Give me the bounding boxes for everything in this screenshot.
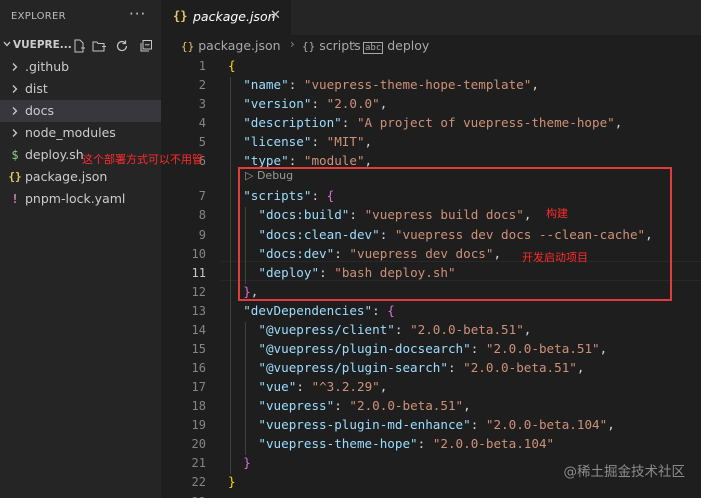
more-actions-icon[interactable]: ··· xyxy=(129,5,146,23)
workspace-section-header[interactable]: VUEPRE... xyxy=(0,36,161,56)
file-item-node-modules[interactable]: node_modules xyxy=(0,122,161,144)
line-number: 22 xyxy=(191,475,206,489)
code-line: "name": "vuepress-theme-hope-template", xyxy=(243,77,539,92)
file-item-label: package.json xyxy=(25,169,108,184)
code-line: } xyxy=(243,455,251,470)
file-item-docs[interactable]: docs xyxy=(0,100,161,122)
breadcrumb-file[interactable]: {} package.json xyxy=(181,38,281,53)
chevron-right-icon xyxy=(12,63,18,71)
refresh-icon[interactable] xyxy=(114,38,130,54)
editor-tab-bar: {} package.json ✕ xyxy=(161,0,701,35)
line-number: 14 xyxy=(191,323,206,337)
watermark: @稀土掘金技术社区 xyxy=(563,464,686,480)
line-number: 4 xyxy=(198,116,206,130)
chevron-down-icon xyxy=(3,41,11,47)
explorer-title: EXPLORER xyxy=(11,11,66,22)
line-number: 17 xyxy=(191,380,206,394)
line-number: 16 xyxy=(191,361,206,375)
line-number: 5 xyxy=(198,135,206,149)
close-icon[interactable]: ✕ xyxy=(270,8,281,23)
code-line: "vuepress": "2.0.0-beta.51", xyxy=(258,398,471,413)
chevron-right-icon: › xyxy=(352,37,357,51)
code-line: "devDependencies": { xyxy=(243,303,395,318)
new-folder-icon[interactable] xyxy=(91,38,107,54)
line-number: 15 xyxy=(191,342,206,356)
scripts-highlight-box xyxy=(238,167,672,301)
file-item-label: .github xyxy=(25,59,70,74)
line-number: 8 xyxy=(198,208,206,222)
file-item-github[interactable]: .github xyxy=(0,56,161,78)
code-line: "vue": "^3.2.29", xyxy=(258,379,388,394)
string-icon: abc xyxy=(363,42,384,54)
line-number: 11 xyxy=(191,266,206,280)
file-item-label: node_modules xyxy=(25,125,116,140)
chevron-right-icon: › xyxy=(290,37,295,51)
line-number: 10 xyxy=(191,247,206,261)
explorer-header: EXPLORER ··· xyxy=(0,0,161,34)
code-line: "vuepress-theme-hope": "2.0.0-beta.104" xyxy=(258,436,555,451)
indent-guide xyxy=(245,322,246,455)
shell-file-icon: $ xyxy=(11,148,19,162)
code-line: } xyxy=(228,474,236,489)
line-number: 20 xyxy=(191,437,206,451)
new-file-icon[interactable] xyxy=(71,38,87,54)
code-line: "@vuepress/plugin-docsearch": "2.0.0-bet… xyxy=(258,341,608,356)
line-number: 13 xyxy=(191,304,206,318)
file-item-label: docs xyxy=(25,103,54,118)
yaml-file-icon: ! xyxy=(11,192,19,206)
chevron-right-icon xyxy=(12,107,18,115)
chevron-right-icon xyxy=(12,85,18,93)
tab-label: package.json xyxy=(193,9,276,24)
tab-package-json[interactable]: {} package.json ✕ xyxy=(161,0,291,35)
json-file-icon: {} xyxy=(173,9,188,23)
indent-guide xyxy=(230,77,231,474)
code-line: "description": "A project of vuepress-th… xyxy=(243,115,623,130)
line-number: 3 xyxy=(198,97,206,111)
line-number: 2 xyxy=(198,78,206,92)
line-number: 21 xyxy=(191,456,206,470)
file-item-package-json[interactable]: {} package.json xyxy=(0,166,161,188)
file-item-label: deploy.sh xyxy=(25,147,84,162)
file-item-dist[interactable]: dist xyxy=(0,78,161,100)
build-annotation: 构建 xyxy=(546,207,568,220)
chevron-right-icon xyxy=(12,129,18,137)
breadcrumb-deploy-label: deploy xyxy=(387,38,430,53)
json-file-icon: {} xyxy=(8,170,22,183)
line-number: 12 xyxy=(191,285,206,299)
dev-annotation: 开发启动项目 xyxy=(522,251,588,264)
file-item-label: dist xyxy=(25,81,48,96)
object-icon: {} xyxy=(302,40,316,53)
code-line: "@vuepress/plugin-search": "2.0.0-beta.5… xyxy=(258,360,585,375)
code-line: { xyxy=(228,58,236,73)
collapse-all-icon[interactable] xyxy=(138,38,154,54)
line-number: 7 xyxy=(198,189,206,203)
line-number: 18 xyxy=(191,399,206,413)
code-line: "license": "MIT", xyxy=(243,134,373,149)
breadcrumb: {} package.json › {} scripts › abc deplo… xyxy=(161,35,701,57)
code-line: "version": "2.0.0", xyxy=(243,96,388,111)
code-line: "vuepress-plugin-md-enhance": "2.0.0-bet… xyxy=(258,417,615,432)
explorer-sidebar: EXPLORER ··· VUEPRE... .github dist docs no… xyxy=(0,0,161,498)
line-number: 1 xyxy=(198,59,206,73)
json-file-icon: {} xyxy=(181,40,195,53)
file-item-pnpm-lock-yaml[interactable]: ! pnpm-lock.yaml xyxy=(0,188,161,210)
file-item-label: pnpm-lock.yaml xyxy=(25,191,126,206)
breadcrumb-deploy[interactable]: abc deploy xyxy=(363,38,430,54)
breadcrumb-file-label: package.json xyxy=(198,38,281,53)
line-number: 19 xyxy=(191,418,206,432)
line-number: 9 xyxy=(198,228,206,242)
workspace-title: VUEPRE... xyxy=(13,39,72,51)
code-line: "@vuepress/client": "2.0.0-beta.51", xyxy=(258,322,532,337)
deploy-annotation: 这个部署方式可以不用管 xyxy=(82,153,203,166)
code-line: "type": "module", xyxy=(243,153,373,168)
